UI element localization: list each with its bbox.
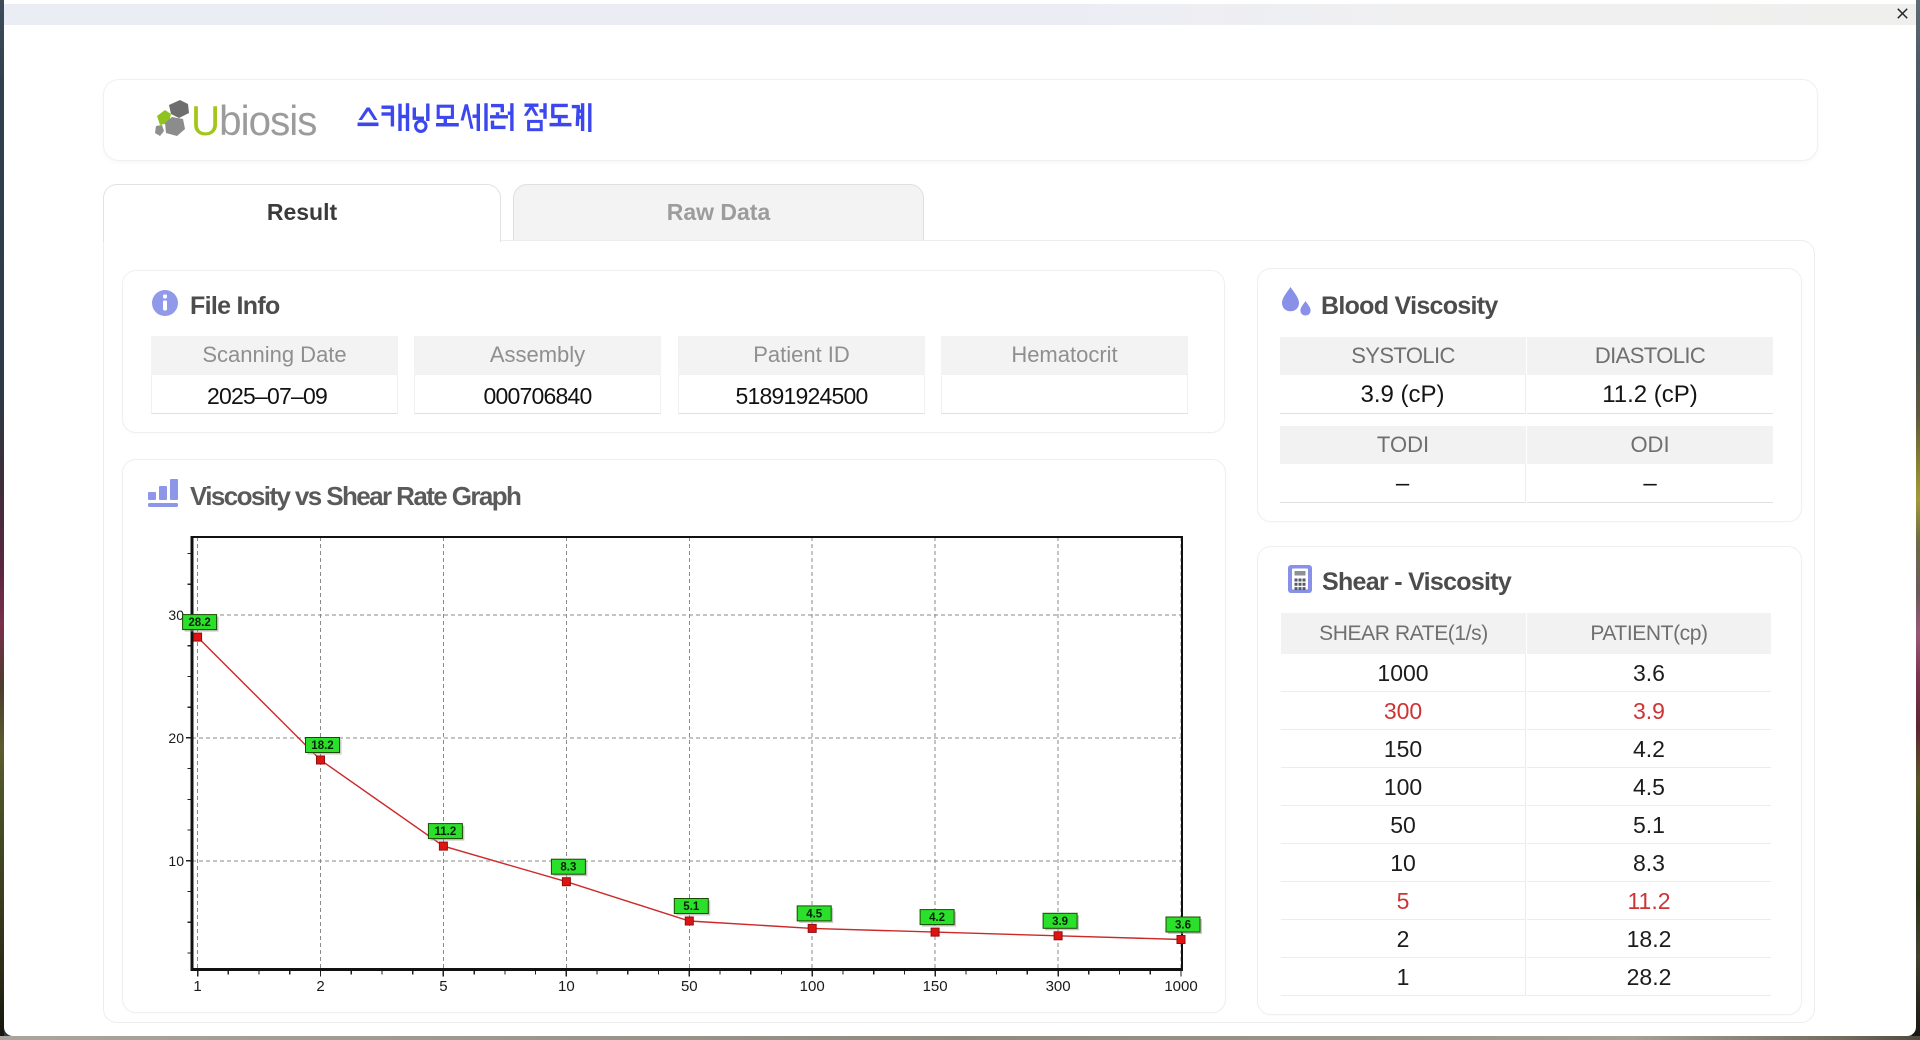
svg-text:11.2: 11.2 — [435, 826, 457, 838]
svg-text:4.2: 4.2 — [929, 912, 945, 924]
svg-text:10: 10 — [168, 853, 184, 869]
svg-text:4.5: 4.5 — [806, 908, 823, 920]
svg-text:30: 30 — [168, 607, 184, 623]
svg-text:100: 100 — [800, 978, 825, 995]
svg-text:20: 20 — [168, 730, 184, 746]
svg-text:50: 50 — [681, 978, 698, 995]
svg-text:300: 300 — [1046, 978, 1071, 995]
svg-text:8.3: 8.3 — [560, 862, 576, 874]
svg-text:2: 2 — [316, 978, 324, 995]
svg-text:18.2: 18.2 — [311, 740, 333, 752]
svg-text:10: 10 — [558, 978, 575, 995]
svg-text:28.2: 28.2 — [188, 617, 210, 629]
svg-text:5: 5 — [439, 978, 447, 995]
svg-text:150: 150 — [923, 978, 948, 995]
svg-text:3.6: 3.6 — [1175, 920, 1191, 932]
svg-text:1: 1 — [193, 978, 201, 995]
svg-text:1000: 1000 — [1164, 978, 1197, 995]
svg-text:5.1: 5.1 — [683, 901, 700, 913]
svg-text:3.9: 3.9 — [1052, 916, 1068, 928]
